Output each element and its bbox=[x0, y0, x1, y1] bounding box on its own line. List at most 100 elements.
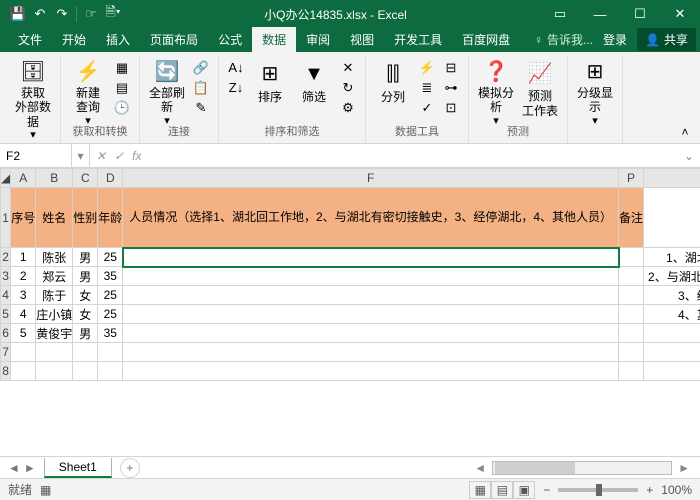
touch-icon[interactable]: ☞ bbox=[81, 4, 101, 24]
flash-fill-icon[interactable]: ⚡ bbox=[416, 58, 438, 77]
scroll-right-icon[interactable]: ► bbox=[678, 461, 690, 475]
expand-formula-icon[interactable]: ⌄ bbox=[678, 149, 700, 163]
row-header[interactable]: 1 bbox=[1, 188, 11, 248]
sheet-nav-next-icon[interactable]: ► bbox=[24, 461, 36, 475]
cell[interactable] bbox=[619, 362, 644, 381]
tab-baidu[interactable]: 百度网盘 bbox=[452, 27, 520, 52]
page-layout-icon[interactable]: ▤ bbox=[491, 481, 513, 499]
tab-dev[interactable]: 开发工具 bbox=[384, 27, 452, 52]
cell[interactable]: 陈张 bbox=[36, 248, 73, 267]
cell[interactable] bbox=[123, 267, 619, 286]
get-external-data-button[interactable]: 🗄获取 外部数据▾ bbox=[12, 58, 54, 118]
cell[interactable]: 5 bbox=[11, 324, 36, 343]
cell[interactable] bbox=[11, 343, 36, 362]
relationships-icon[interactable]: ⊶ bbox=[440, 78, 462, 97]
clear-filter-icon[interactable]: ✕ bbox=[337, 58, 359, 77]
cell[interactable] bbox=[619, 286, 644, 305]
cell[interactable] bbox=[619, 324, 644, 343]
login-link[interactable]: 登录 bbox=[597, 27, 633, 52]
cell[interactable]: 25 bbox=[98, 286, 123, 305]
cell[interactable]: 黄俊宇 bbox=[36, 324, 73, 343]
collapse-ribbon-icon[interactable]: ˄ bbox=[676, 56, 694, 143]
sheet-tab[interactable]: Sheet1 bbox=[44, 458, 112, 478]
from-table-icon[interactable]: ▤ bbox=[111, 78, 133, 97]
cell[interactable]: 3、经停湖北 bbox=[644, 286, 700, 305]
tab-view[interactable]: 视图 bbox=[340, 27, 384, 52]
redo-icon[interactable]: ↷ bbox=[52, 4, 72, 24]
fx-icon[interactable]: fx bbox=[132, 149, 141, 163]
cell[interactable]: 1、湖北回工作地 bbox=[644, 248, 700, 267]
select-all-corner[interactable]: ◢ bbox=[1, 169, 11, 188]
save-icon[interactable]: 💾 bbox=[8, 4, 28, 24]
col-header[interactable]: A bbox=[11, 169, 36, 188]
col-header[interactable]: Q bbox=[644, 169, 700, 188]
cell[interactable] bbox=[644, 324, 700, 343]
cell[interactable]: 2 bbox=[11, 267, 36, 286]
tab-data[interactable]: 数据 bbox=[252, 27, 296, 52]
cell[interactable]: 男 bbox=[73, 267, 98, 286]
cell[interactable] bbox=[123, 362, 619, 381]
new-query-button[interactable]: ⚡新建 查询▾ bbox=[67, 58, 109, 118]
manage-model-icon[interactable]: ⊡ bbox=[440, 98, 462, 117]
edit-links-icon[interactable]: ✎ bbox=[190, 98, 212, 117]
properties-icon[interactable]: 📋 bbox=[190, 78, 212, 97]
cell[interactable]: 性别 bbox=[73, 188, 98, 248]
cell[interactable] bbox=[619, 267, 644, 286]
zoom-out-icon[interactable]: − bbox=[543, 483, 550, 497]
cell[interactable]: 男 bbox=[73, 248, 98, 267]
remove-dup-icon[interactable]: ≣ bbox=[416, 78, 438, 97]
row-header[interactable]: 5 bbox=[1, 305, 11, 324]
zoom-level[interactable]: 100% bbox=[661, 483, 692, 497]
add-sheet-icon[interactable]: + bbox=[120, 458, 140, 478]
tab-review[interactable]: 审阅 bbox=[296, 27, 340, 52]
cell[interactable]: 1 bbox=[11, 248, 36, 267]
col-header[interactable]: D bbox=[98, 169, 123, 188]
cell[interactable]: 庄小镇 bbox=[36, 305, 73, 324]
cell[interactable]: 25 bbox=[98, 305, 123, 324]
cell[interactable] bbox=[644, 343, 700, 362]
zoom-slider[interactable] bbox=[558, 488, 638, 492]
cell[interactable]: 年龄 bbox=[98, 188, 123, 248]
cell[interactable]: 2、与湖北有密切接触史 bbox=[644, 267, 700, 286]
cell[interactable] bbox=[73, 343, 98, 362]
cell[interactable]: 4 bbox=[11, 305, 36, 324]
col-header[interactable]: P bbox=[619, 169, 644, 188]
cell[interactable] bbox=[36, 343, 73, 362]
cell[interactable]: 郑云 bbox=[36, 267, 73, 286]
cell[interactable] bbox=[644, 362, 700, 381]
cell[interactable]: 男 bbox=[73, 324, 98, 343]
cell[interactable]: 备注 bbox=[619, 188, 644, 248]
cell[interactable] bbox=[36, 362, 73, 381]
cell[interactable] bbox=[98, 343, 123, 362]
consolidate-icon[interactable]: ⊟ bbox=[440, 58, 462, 77]
cell[interactable]: 女 bbox=[73, 305, 98, 324]
tab-file[interactable]: 文件 bbox=[8, 27, 52, 52]
macro-rec-icon[interactable]: ▦ bbox=[40, 483, 51, 497]
tab-layout[interactable]: 页面布局 bbox=[140, 27, 208, 52]
col-header[interactable]: C bbox=[73, 169, 98, 188]
sort-desc-icon[interactable]: Z↓ bbox=[225, 78, 247, 97]
cell[interactable] bbox=[619, 305, 644, 324]
cell[interactable] bbox=[98, 362, 123, 381]
advanced-icon[interactable]: ⚙ bbox=[337, 98, 359, 117]
sheet-nav-prev-icon[interactable]: ◄ bbox=[8, 461, 20, 475]
cell[interactable] bbox=[123, 248, 619, 267]
row-header[interactable]: 8 bbox=[1, 362, 11, 381]
cell[interactable] bbox=[123, 343, 619, 362]
cell[interactable] bbox=[123, 324, 619, 343]
cell[interactable] bbox=[644, 188, 700, 248]
sort-asc-icon[interactable]: A↓ bbox=[225, 58, 247, 77]
row-header[interactable]: 2 bbox=[1, 248, 11, 267]
tab-formulas[interactable]: 公式 bbox=[208, 27, 252, 52]
cell[interactable]: 陈于 bbox=[36, 286, 73, 305]
scroll-left-icon[interactable]: ◄ bbox=[474, 461, 486, 475]
connections-icon[interactable]: 🔗 bbox=[190, 58, 212, 77]
cell[interactable] bbox=[73, 362, 98, 381]
zoom-in-icon[interactable]: + bbox=[646, 483, 653, 497]
cell[interactable] bbox=[619, 248, 644, 267]
row-header[interactable]: 7 bbox=[1, 343, 11, 362]
text-to-columns-button[interactable]: ⫿⫿分列 bbox=[372, 58, 414, 118]
row-header[interactable]: 3 bbox=[1, 267, 11, 286]
row-header[interactable]: 6 bbox=[1, 324, 11, 343]
cell[interactable]: 姓名 bbox=[36, 188, 73, 248]
